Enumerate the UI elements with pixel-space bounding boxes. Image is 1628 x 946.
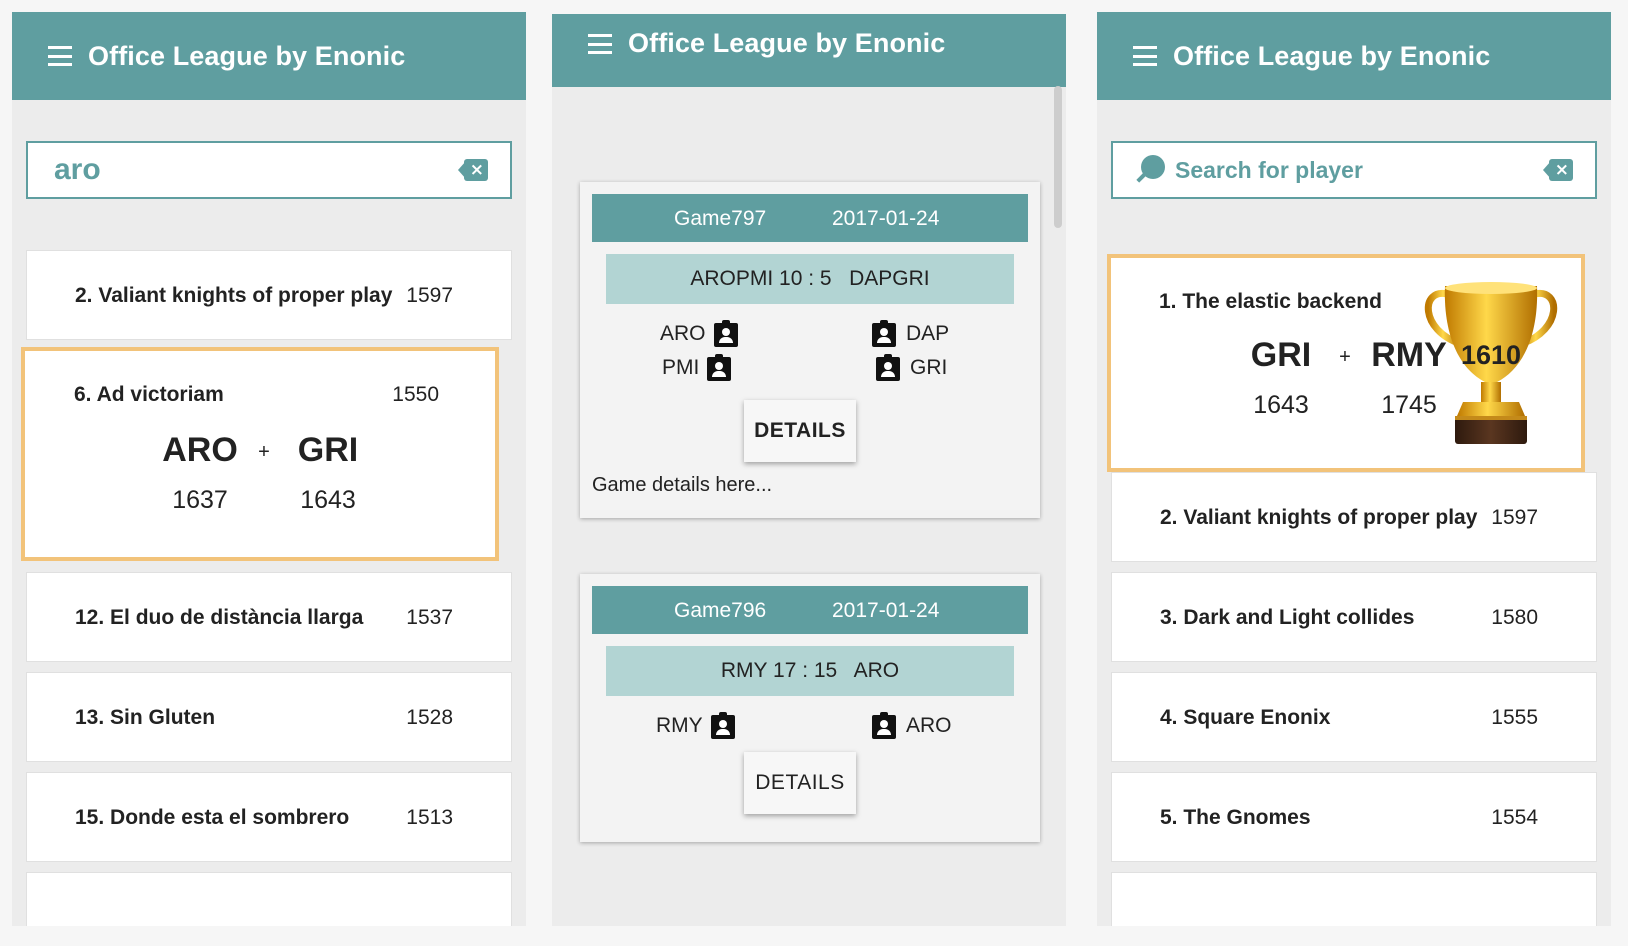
game-header: Game796 2017-01-24 [592, 586, 1028, 634]
menu-icon[interactable] [48, 46, 72, 66]
player-name: ARO [906, 713, 952, 737]
team-rating: 1528 [406, 706, 453, 729]
player-name: GRI [910, 355, 948, 379]
team-card[interactable] [1111, 872, 1597, 926]
team-card-champion[interactable]: 1. The elastic backend GRI 1643 + RMY 17… [1107, 254, 1585, 472]
contact-badge-icon [713, 320, 738, 347]
details-button[interactable]: DETAILS [744, 400, 856, 462]
team-card[interactable]: 3. Dark and Light collides 1580 [1111, 572, 1597, 662]
player-row: ARO [660, 320, 738, 347]
backspace-icon[interactable]: × [458, 159, 488, 181]
team-card[interactable]: 5. The Gnomes 1554 [1111, 772, 1597, 862]
team-name: 13. Sin Gluten [75, 706, 216, 729]
team-rating: 1597 [406, 284, 453, 307]
trophy-rating: 1610 [1460, 340, 1522, 370]
app-title: Office League by Enonic [88, 40, 406, 71]
team-search-panel: Office League by Enonic × 2. Valiant kni… [12, 12, 526, 926]
player-row: PMI [662, 354, 732, 381]
team-name: 15. Donde esta el sombrero [75, 806, 350, 829]
team-name: 2. Valiant knights of proper play [75, 284, 393, 307]
search-icon [1135, 155, 1165, 185]
game-date: 2017-01-24 [832, 207, 940, 230]
game-header: Game797 2017-01-24 [592, 194, 1028, 242]
plus-sign: + [1339, 346, 1351, 368]
team-name: 2. Valiant knights of proper play [1160, 506, 1478, 529]
game-card: Game797 2017-01-24 AROPMI 10 : 5 DAPGRI … [580, 182, 1040, 518]
team-name: 3. Dark and Light collides [1160, 606, 1415, 629]
team-rating: 1550 [392, 383, 439, 406]
player[interactable]: ARO 1637 [150, 431, 250, 515]
player-row: RMY [656, 712, 735, 739]
team-card[interactable]: 2. Valiant knights of proper play 1597 [1111, 472, 1597, 562]
games-panel: Office League by Enonic Game797 2017-01-… [552, 14, 1066, 926]
player-rating: 1643 [1253, 391, 1309, 419]
team-name: 6. Ad victoriam [74, 383, 224, 406]
player[interactable]: GRI 1643 [278, 431, 378, 515]
plus-sign: + [258, 441, 270, 463]
game-date: 2017-01-24 [832, 599, 940, 622]
menu-icon[interactable] [1133, 46, 1157, 66]
search-box: × [26, 141, 512, 199]
team-name: 12. El duo de distància llarga [75, 606, 364, 629]
scrollbar[interactable] [1054, 86, 1062, 228]
game-card: Game796 2017-01-24 RMY 17 : 15 ARO RMY A… [580, 574, 1040, 842]
app-bar: Office League by Enonic [552, 14, 1066, 87]
team-rating: 1513 [406, 806, 453, 829]
team-rating: 1555 [1491, 706, 1538, 729]
details-button[interactable]: DETAILS [744, 752, 856, 814]
contact-badge-icon [876, 354, 900, 381]
contact-badge-icon [707, 354, 732, 381]
app-bar: Office League by Enonic [1097, 12, 1611, 100]
trophy-icon: 1610 [1417, 278, 1565, 448]
team-players: ARO 1637 + GRI 1643 [150, 431, 378, 515]
app-bar: Office League by Enonic [12, 12, 526, 100]
team-card[interactable] [26, 872, 512, 926]
team-rating: 1554 [1491, 806, 1538, 829]
app-title: Office League by Enonic [628, 28, 946, 58]
player-name: PMI [662, 355, 700, 379]
contact-badge-icon [872, 320, 896, 347]
team-name: 4. Square Enonix [1160, 706, 1331, 729]
player-search-input[interactable] [1165, 156, 1543, 184]
team-rating: 1597 [1491, 506, 1538, 529]
player[interactable]: GRI 1643 [1231, 336, 1331, 420]
player-rating: 1637 [172, 486, 228, 514]
team-name: 5. The Gnomes [1160, 806, 1311, 829]
player-name: DAP [906, 321, 950, 345]
contact-badge-icon [872, 712, 896, 739]
search-box: × [1111, 141, 1597, 199]
menu-icon[interactable] [588, 34, 612, 54]
player-name: GRI [297, 431, 359, 469]
player-name: ARO [162, 431, 238, 469]
leaderboard-panel: Office League by Enonic × 1. The elastic… [1097, 12, 1611, 926]
team-card-expanded[interactable]: 6. Ad victoriam 1550 ARO 1637 + GRI 1643 [21, 347, 499, 561]
game-score: AROPMI 10 : 5 DAPGRI [606, 254, 1014, 304]
contact-badge-icon [710, 712, 735, 739]
player-row: GRI [876, 354, 947, 381]
team-card[interactable]: 12. El duo de distància llarga 1537 [26, 572, 512, 662]
player-name: RMY [656, 713, 703, 737]
player-rating: 1643 [300, 486, 356, 514]
team-card[interactable]: 13. Sin Gluten 1528 [26, 672, 512, 762]
team-card[interactable]: 15. Donde esta el sombrero 1513 [26, 772, 512, 862]
player-name: GRI [1250, 336, 1312, 374]
game-id: Game797 [674, 207, 767, 230]
game-details-text: Game details here... [592, 474, 773, 496]
team-rating: 1580 [1491, 606, 1538, 629]
game-score: RMY 17 : 15 ARO [606, 646, 1014, 696]
player-row: DAP [872, 320, 949, 347]
search-input[interactable] [28, 153, 458, 187]
backspace-icon[interactable]: × [1543, 159, 1573, 181]
team-name: 1. The elastic backend [1159, 290, 1382, 313]
team-rating: 1537 [406, 606, 453, 629]
game-id: Game796 [674, 599, 767, 622]
app-title: Office League by Enonic [1173, 40, 1491, 71]
team-card[interactable]: 4. Square Enonix 1555 [1111, 672, 1597, 762]
player-name: ARO [660, 321, 706, 345]
team-card[interactable]: 2. Valiant knights of proper play 1597 [26, 250, 512, 340]
player-row: ARO [872, 712, 952, 739]
